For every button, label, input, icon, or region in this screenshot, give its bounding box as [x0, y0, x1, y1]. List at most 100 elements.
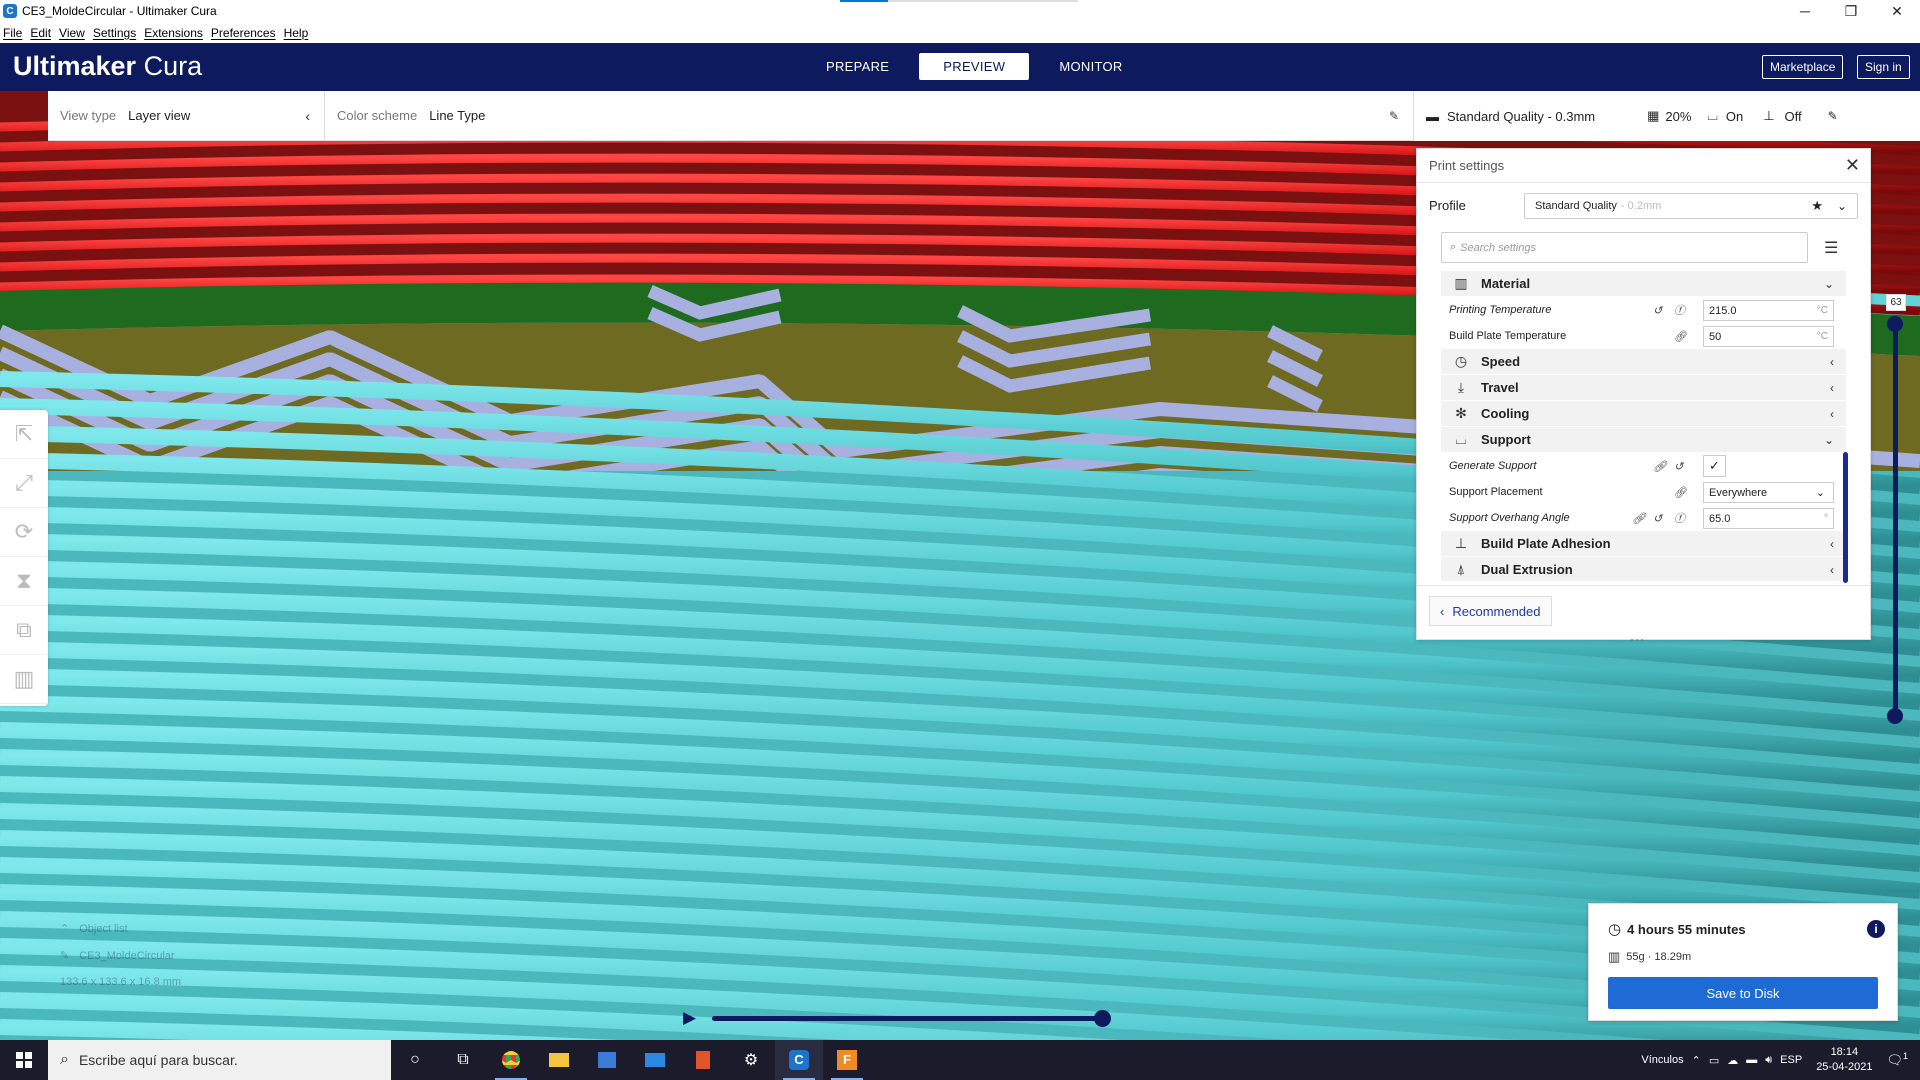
- task-view-icon[interactable]: ⧉: [439, 1040, 487, 1080]
- taskbar-search-input[interactable]: ⌕ Escribe aquí para buscar.: [48, 1040, 391, 1080]
- layer-slider-bottom-handle[interactable]: [1887, 708, 1903, 724]
- view-type-selector[interactable]: View type Layer view ‹: [48, 91, 324, 141]
- notification-icon[interactable]: 🗨︎1: [1886, 1051, 1908, 1068]
- cortana-icon[interactable]: ○: [391, 1040, 439, 1080]
- category-material[interactable]: ▥ Material ⌄: [1441, 271, 1846, 297]
- support-placement-dropdown[interactable]: Everywhere ⌄: [1703, 482, 1834, 503]
- close-button[interactable]: ✕: [1874, 0, 1920, 22]
- profile-dropdown[interactable]: Standard Quality - 0.2mm ★ ⌄: [1524, 193, 1858, 219]
- reset-icon[interactable]: ↺: [1674, 460, 1683, 473]
- category-speed[interactable]: ◷ Speed ‹: [1441, 349, 1846, 375]
- battery-icon[interactable]: ▬: [1746, 1054, 1757, 1066]
- maximize-button[interactable]: ❐: [1828, 0, 1874, 22]
- panel-title: Print settings: [1429, 158, 1505, 173]
- move-tool-icon[interactable]: ⇱: [0, 410, 48, 459]
- settings-scrollbar[interactable]: [1843, 452, 1848, 583]
- category-label: Support: [1481, 432, 1531, 447]
- search-input[interactable]: ⌕ Search settings: [1441, 232, 1808, 263]
- print-time: ◷ 4 hours 55 minutes: [1608, 920, 1746, 938]
- tab-prepare[interactable]: PREPARE: [802, 53, 913, 80]
- star-icon[interactable]: ★: [1811, 198, 1823, 214]
- window-title: CE3_MoldeCircular - Ultimaker Cura: [22, 4, 217, 18]
- view-type-value: Layer view: [128, 108, 191, 123]
- material-icon: ▥: [1454, 275, 1468, 291]
- category-dual-extrusion[interactable]: ⍋ Dual Extrusion ‹: [1441, 557, 1846, 581]
- chevron-left-icon: ‹: [305, 107, 310, 124]
- mirror-tool-icon[interactable]: ⧗: [0, 557, 48, 606]
- volume-icon[interactable]: 🔊︎: [1765, 1054, 1772, 1067]
- object-item[interactable]: ✎ CE3_MoldeCircular: [60, 949, 181, 963]
- inherit-icon[interactable]: ⓕ: [1674, 302, 1685, 318]
- play-icon[interactable]: ▶: [683, 1008, 696, 1028]
- support-blocker-icon[interactable]: ▥: [0, 655, 48, 704]
- category-label: Speed: [1481, 354, 1521, 369]
- color-scheme-selector[interactable]: Color scheme Line Type ✎: [325, 91, 1413, 141]
- clock[interactable]: 18:14 25-04-2021: [1816, 1045, 1872, 1075]
- layer-slider-top-handle[interactable]: [1887, 316, 1903, 332]
- rotate-tool-icon[interactable]: ⟳: [0, 508, 48, 557]
- reset-icon[interactable]: ↺: [1653, 304, 1662, 317]
- language-indicator[interactable]: ESP: [1780, 1054, 1802, 1066]
- settings-visibility-menu-icon[interactable]: ☰: [1824, 238, 1838, 258]
- settings-gear-icon[interactable]: ⚙: [727, 1040, 775, 1080]
- cura-taskbar-icon[interactable]: C: [775, 1040, 823, 1080]
- menu-file[interactable]: File: [3, 26, 22, 40]
- menu-preferences[interactable]: Preferences: [211, 26, 276, 40]
- scale-tool-icon[interactable]: ⤢: [0, 459, 48, 508]
- network-icon[interactable]: ▭: [1709, 1054, 1719, 1067]
- per-model-settings-icon[interactable]: ⧉: [0, 606, 48, 655]
- tab-preview[interactable]: PREVIEW: [919, 53, 1030, 80]
- category-build-plate-adhesion[interactable]: ⊥ Build Plate Adhesion ‹: [1441, 531, 1846, 557]
- sign-in-button[interactable]: Sign in: [1857, 55, 1910, 79]
- inherit-icon[interactable]: ⓕ: [1674, 510, 1685, 526]
- path-slider-handle[interactable]: [1094, 1010, 1111, 1027]
- panel-resize-handle[interactable]: ···: [1630, 632, 1645, 646]
- settings-list[interactable]: ▥ Material ⌄ Printing Temperature ↺ ⓕ 21…: [1441, 271, 1846, 581]
- info-icon[interactable]: i: [1867, 920, 1885, 938]
- file-explorer-icon[interactable]: [535, 1040, 583, 1080]
- printing-temperature-input[interactable]: 215.0 °C: [1703, 300, 1834, 321]
- object-list-toggle[interactable]: ⌃ Object list: [60, 922, 181, 936]
- start-button[interactable]: [0, 1040, 48, 1080]
- fusion-icon[interactable]: F: [823, 1040, 871, 1080]
- category-cooling[interactable]: ✻ Cooling ‹: [1441, 401, 1846, 427]
- category-travel[interactable]: ⤓ Travel ‹: [1441, 375, 1846, 401]
- setting-support-overhang-angle: Support Overhang Angle 🔗︎ ↺ ⓕ 65.0 °: [1441, 505, 1846, 531]
- marketplace-button[interactable]: Marketplace: [1762, 55, 1844, 79]
- close-icon[interactable]: ✕: [1845, 155, 1860, 176]
- menu-edit[interactable]: Edit: [30, 26, 51, 40]
- office-icon[interactable]: [679, 1040, 727, 1080]
- category-support[interactable]: ⌴ Support ⌄: [1441, 427, 1846, 453]
- layer-slider[interactable]: [1893, 318, 1898, 718]
- pencil-icon[interactable]: ✎: [1828, 109, 1838, 123]
- store-icon[interactable]: [583, 1040, 631, 1080]
- support-overhang-angle-input[interactable]: 65.0 °: [1703, 508, 1834, 529]
- unit-label: °C: [1816, 305, 1828, 316]
- links-label[interactable]: Vínculos: [1641, 1054, 1683, 1066]
- current-layer-number[interactable]: 63: [1886, 294, 1906, 311]
- pencil-icon[interactable]: ✎: [1389, 109, 1399, 123]
- input-value: 50: [1709, 330, 1722, 343]
- generate-support-checkbox[interactable]: ✓: [1703, 455, 1726, 477]
- menu-help[interactable]: Help: [284, 26, 309, 40]
- setting-generate-support: Generate Support 🔗︎ ↺ ✓: [1441, 453, 1846, 479]
- build-plate-temperature-input[interactable]: 50 °C: [1703, 326, 1834, 347]
- menu-view[interactable]: View: [59, 26, 85, 40]
- chrome-icon[interactable]: [487, 1040, 535, 1080]
- recommended-button[interactable]: ‹ Recommended: [1429, 596, 1552, 626]
- save-to-disk-button[interactable]: Save to Disk: [1608, 977, 1878, 1009]
- reset-icon[interactable]: ↺: [1653, 512, 1662, 525]
- category-label: Material: [1481, 276, 1531, 291]
- onedrive-icon[interactable]: ☁: [1727, 1054, 1738, 1067]
- chevron-down-icon: ⌄: [1823, 276, 1834, 291]
- chevron-up-icon[interactable]: ⌃: [1692, 1054, 1701, 1067]
- minimize-button[interactable]: ─: [1782, 0, 1828, 22]
- tab-monitor[interactable]: MONITOR: [1035, 53, 1146, 80]
- search-icon: ⌕: [60, 1051, 69, 1068]
- mail-icon[interactable]: [631, 1040, 679, 1080]
- path-slider[interactable]: [712, 1016, 1102, 1021]
- menu-settings[interactable]: Settings: [93, 26, 136, 40]
- menu-extensions[interactable]: Extensions: [144, 26, 203, 40]
- print-setup-selector[interactable]: ▬ Standard Quality - 0.3mm ▦ 20% ⌴ On ⊥ …: [1413, 91, 1920, 141]
- search-icon: ⌕: [1450, 241, 1457, 253]
